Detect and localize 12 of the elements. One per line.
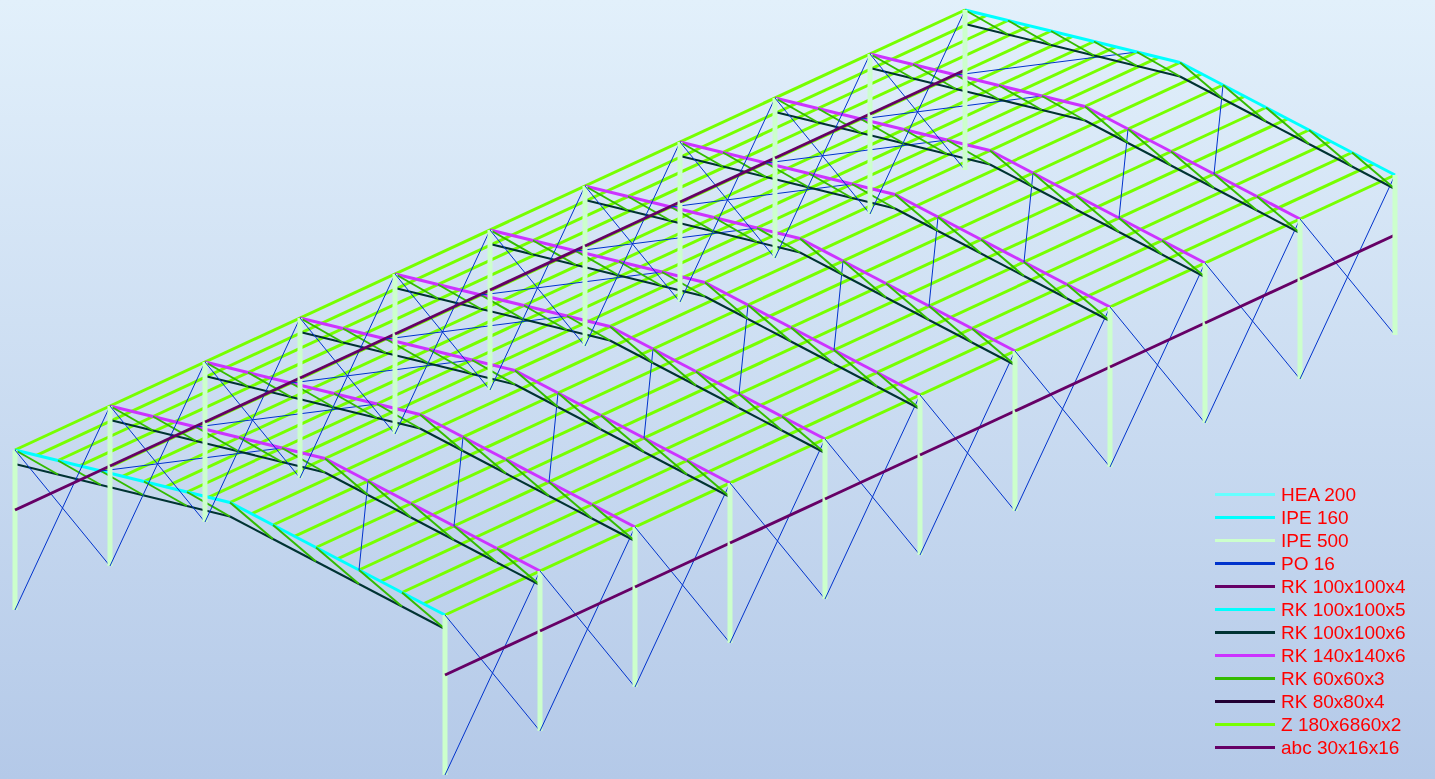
legend-label: RK 100x100x6 [1281,621,1406,644]
legend-label: IPE 160 [1281,506,1349,529]
legend-label: PO 16 [1281,552,1335,575]
legend-label: RK 140x140x6 [1281,644,1406,667]
legend-label: RK 60x60x3 [1281,667,1385,690]
legend-label: IPE 500 [1281,529,1349,552]
legend-label: abc 30x16x16 [1281,736,1400,759]
legend-label: RK 100x100x4 [1281,575,1406,598]
legend-label: Z 180x6860x2 [1281,713,1402,736]
legend-label: RK 100x100x5 [1281,598,1406,621]
legend-label: HEA 200 [1281,483,1356,506]
legend-label: RK 80x80x4 [1281,690,1385,713]
